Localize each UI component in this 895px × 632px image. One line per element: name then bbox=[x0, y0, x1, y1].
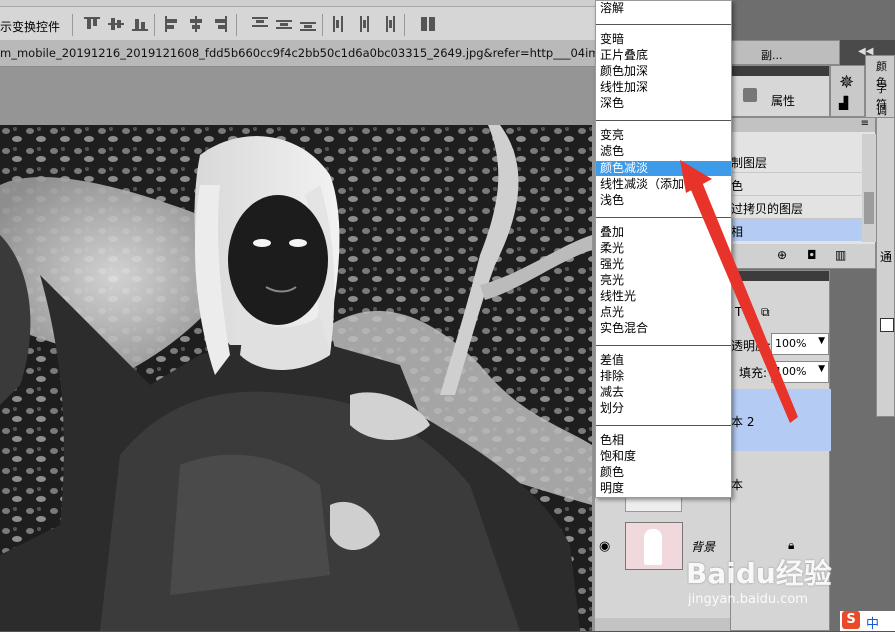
menu-item-difference[interactable]: 差值 bbox=[600, 353, 624, 368]
watermark-brand: Baidu经验 bbox=[686, 557, 832, 590]
history-titlebar: ≡ bbox=[731, 118, 875, 132]
properties-icon[interactable] bbox=[743, 88, 757, 102]
menu-item-lighter-color[interactable]: 浅色 bbox=[600, 193, 624, 208]
baidu-watermark: Baidu经验 jingyan.baidu.com bbox=[686, 552, 832, 607]
inverted-photo-canvas[interactable] bbox=[0, 125, 592, 631]
menu-item-linear-burn[interactable]: 线性加深 bbox=[600, 80, 648, 95]
auto-align-icon[interactable] bbox=[420, 16, 436, 32]
watermark-url: jingyan.baidu.com bbox=[688, 592, 808, 607]
photo-illustration bbox=[0, 125, 592, 631]
layer-thumbnail[interactable] bbox=[625, 496, 682, 512]
align-bottom-icon[interactable] bbox=[132, 16, 148, 32]
layers-footer bbox=[595, 618, 730, 631]
menu-separator bbox=[596, 24, 731, 25]
menu-item-vivid-light[interactable]: 亮光 bbox=[600, 273, 624, 288]
panel-tab-strip: 副... bbox=[730, 40, 840, 65]
distribute-bottom-icon[interactable] bbox=[300, 16, 316, 32]
lock-icon: 🔒︎ bbox=[788, 538, 795, 552]
menu-item-exclusion[interactable]: 排除 bbox=[600, 369, 624, 384]
tab-fu[interactable]: 副... bbox=[761, 47, 783, 63]
background-thumbnail[interactable] bbox=[625, 522, 683, 570]
panel-menu-icon[interactable]: ≡ bbox=[861, 118, 869, 129]
align-vcenter-icon[interactable] bbox=[108, 16, 124, 32]
layer-row[interactable]: 本 bbox=[731, 452, 831, 514]
distribute-top-icon[interactable] bbox=[252, 16, 268, 32]
menu-item-overlay[interactable]: 叠加 bbox=[600, 225, 624, 240]
menu-item-soft-light[interactable]: 柔光 bbox=[600, 241, 624, 256]
dropdown-arrow-icon: ▼ bbox=[818, 364, 825, 374]
menu-item-dissolve[interactable]: 溶解 bbox=[600, 1, 624, 16]
menu-item-multiply[interactable]: 正片叠底 bbox=[600, 48, 648, 63]
right-tool-strip: 通 bbox=[876, 117, 895, 417]
ime-indicator[interactable]: S 中 bbox=[840, 611, 895, 632]
menu-item-screen[interactable]: 滤色 bbox=[600, 144, 624, 159]
distribute-hcenter-icon[interactable] bbox=[356, 16, 372, 32]
compass-panel: ✵ ▟ bbox=[830, 65, 865, 117]
ime-mode-label: 中 bbox=[866, 617, 880, 632]
align-top-icon[interactable] bbox=[84, 16, 100, 32]
menu-item-saturation[interactable]: 饱和度 bbox=[600, 449, 636, 464]
document-title: m_mobile_20191216_2019121608_fdd5b660cc9… bbox=[0, 46, 636, 60]
menu-item-hard-mix[interactable]: 实色混合 bbox=[600, 321, 648, 336]
dropdown-arrow-icon: ▼ bbox=[818, 336, 825, 346]
menu-item-darken[interactable]: 变暗 bbox=[600, 32, 624, 47]
menu-separator bbox=[596, 120, 731, 121]
properties-panel: 属性 bbox=[730, 65, 830, 117]
menu-item-color[interactable]: 颜色 bbox=[600, 465, 624, 480]
options-bar: 示变换控件 bbox=[0, 0, 595, 41]
toolbar-separator bbox=[154, 14, 155, 36]
toolbar-separator bbox=[236, 14, 237, 36]
history-scrollbar[interactable] bbox=[862, 134, 876, 242]
sogou-logo-icon: S bbox=[842, 611, 860, 629]
toolbar-separator bbox=[404, 14, 405, 36]
distribute-right-icon[interactable] bbox=[380, 16, 396, 32]
toolbar-separator bbox=[322, 14, 323, 36]
toolbar-separator bbox=[72, 14, 73, 36]
menu-item-pin-light[interactable]: 点光 bbox=[600, 305, 624, 320]
distribute-vcenter-icon[interactable] bbox=[276, 16, 292, 32]
side-label-through[interactable]: 通 bbox=[880, 248, 892, 265]
scrollbar-thumb[interactable] bbox=[864, 192, 874, 224]
checkbox[interactable] bbox=[880, 318, 894, 332]
compass-icon[interactable]: ✵ bbox=[839, 72, 854, 93]
histogram-icon[interactable]: ▟ bbox=[839, 96, 848, 110]
menu-item-hue[interactable]: 色相 bbox=[600, 433, 624, 448]
menu-item-linear-light[interactable]: 线性光 bbox=[600, 289, 636, 304]
menu-bar-remnant bbox=[0, 0, 595, 7]
side-dock: 颜色 字符 调整 bbox=[865, 55, 895, 133]
visibility-eye-icon[interactable]: ◉ bbox=[599, 539, 610, 554]
trash-icon[interactable]: ▥ bbox=[835, 248, 846, 262]
annotation-arrow bbox=[680, 160, 798, 423]
align-right-icon[interactable] bbox=[212, 16, 228, 32]
show-transform-controls-label[interactable]: 示变换控件 bbox=[0, 18, 60, 35]
menu-item-subtract[interactable]: 减去 bbox=[600, 385, 624, 400]
menu-item-lighten[interactable]: 变亮 bbox=[600, 128, 624, 143]
menu-item-darker-color[interactable]: 深色 bbox=[600, 96, 624, 111]
distribute-left-icon[interactable] bbox=[332, 16, 348, 32]
document-tab[interactable]: m_mobile_20191216_2019121608_fdd5b660cc9… bbox=[0, 40, 635, 67]
menu-item-hard-light[interactable]: 强光 bbox=[600, 257, 624, 272]
properties-titlebar bbox=[731, 66, 829, 76]
menu-item-luminosity[interactable]: 明度 bbox=[600, 481, 624, 496]
properties-label[interactable]: 属性 bbox=[771, 92, 795, 109]
align-hcenter-icon[interactable] bbox=[188, 16, 204, 32]
menu-item-color-burn[interactable]: 颜色加深 bbox=[600, 64, 648, 79]
menu-item-divide[interactable]: 划分 bbox=[600, 401, 624, 416]
align-left-icon[interactable] bbox=[164, 16, 180, 32]
